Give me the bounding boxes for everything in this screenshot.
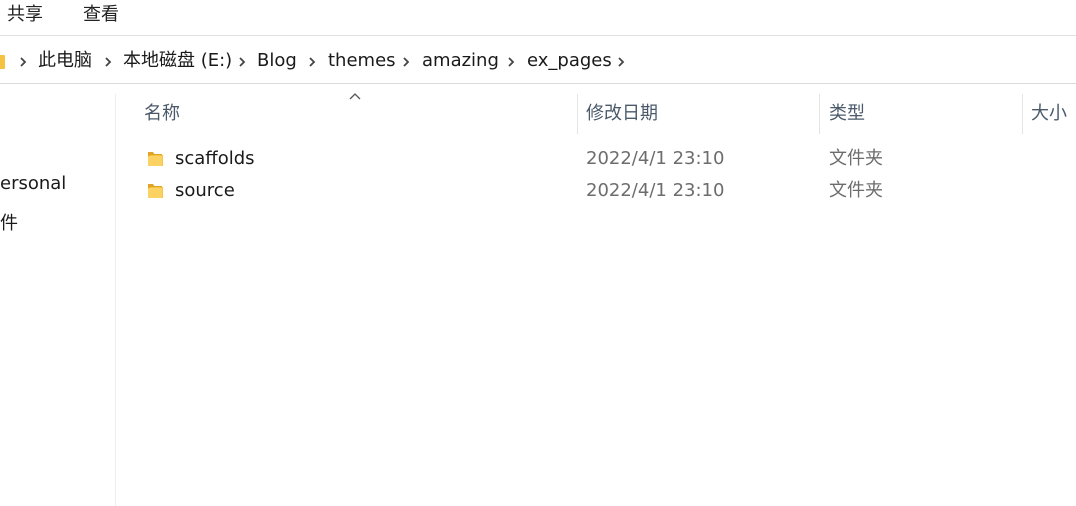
folder-icon xyxy=(0,55,5,69)
file-modified-date: 2022/4/1 23:10 xyxy=(586,180,725,201)
nav-item-files[interactable]: 件 xyxy=(0,209,18,235)
file-type: 文件夹 xyxy=(829,148,883,169)
folder-icon xyxy=(148,152,163,166)
file-row[interactable]: scaffolds 2022/4/1 23:10 文件夹 xyxy=(138,143,1076,175)
folder-icon xyxy=(148,184,163,198)
file-name[interactable]: source xyxy=(175,175,235,207)
chevron-right-icon[interactable] xyxy=(399,43,413,81)
nav-item-personal[interactable]: ersonal xyxy=(0,173,66,194)
column-divider[interactable] xyxy=(819,94,820,134)
breadcrumb-this-pc[interactable]: 此电脑 xyxy=(38,43,92,81)
file-name[interactable]: scaffolds xyxy=(175,143,255,175)
breadcrumb-amazing[interactable]: amazing xyxy=(422,43,499,81)
chevron-right-icon[interactable] xyxy=(235,43,249,81)
breadcrumb-themes[interactable]: themes xyxy=(328,43,396,81)
file-type: 文件夹 xyxy=(829,180,883,201)
chevron-right-icon[interactable] xyxy=(101,43,115,81)
file-row[interactable]: source 2022/4/1 23:10 文件夹 xyxy=(138,175,1076,207)
ribbon-tab-view[interactable]: 查看 xyxy=(83,2,119,28)
address-bar[interactable]: 此电脑 本地磁盘 (E:) Blog themes amazing ex_pag… xyxy=(0,43,1076,81)
column-header-date[interactable]: 修改日期 xyxy=(586,94,658,134)
column-header-size[interactable]: 大小 xyxy=(1031,94,1067,134)
chevron-right-icon[interactable] xyxy=(305,43,319,81)
breadcrumb-ex-pages[interactable]: ex_pages xyxy=(527,43,612,81)
nav-pane-divider xyxy=(115,94,116,506)
column-divider[interactable] xyxy=(577,94,578,134)
ribbon-divider xyxy=(0,35,1076,36)
column-header-name[interactable]: 名称 xyxy=(144,94,180,134)
breadcrumb-local-disk[interactable]: 本地磁盘 (E:) xyxy=(123,43,232,81)
file-modified-date: 2022/4/1 23:10 xyxy=(586,148,725,169)
chevron-right-icon[interactable] xyxy=(16,43,30,81)
chevron-right-icon[interactable] xyxy=(614,43,628,81)
address-bar-divider xyxy=(0,83,1076,84)
column-divider[interactable] xyxy=(1022,94,1023,134)
file-explorer-window: 共享 查看 此电脑 本地磁盘 (E:) Blog themes amazing xyxy=(0,0,1076,506)
ribbon-tab-share[interactable]: 共享 xyxy=(7,2,43,28)
sort-ascending-icon xyxy=(349,93,361,100)
column-header-type[interactable]: 类型 xyxy=(829,94,865,134)
chevron-right-icon[interactable] xyxy=(504,43,518,81)
breadcrumb-blog[interactable]: Blog xyxy=(257,43,297,81)
